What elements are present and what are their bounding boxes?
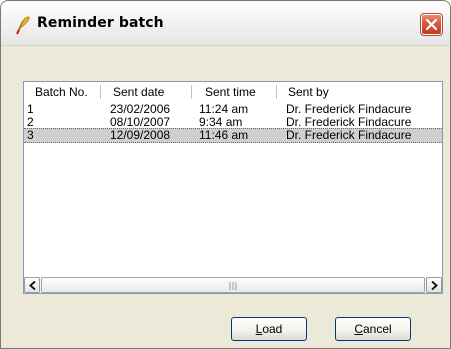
- load-label: oad: [262, 322, 283, 336]
- scroll-left-button[interactable]: [24, 277, 40, 293]
- chevron-left-icon: [29, 281, 36, 290]
- close-icon: [426, 19, 437, 30]
- horizontal-scrollbar[interactable]: [24, 277, 442, 293]
- title-bar[interactable]: Reminder batch: [1, 1, 450, 46]
- column-divider[interactable]: [100, 85, 101, 99]
- column-header-batch-no[interactable]: Batch No.: [35, 85, 88, 99]
- column-divider[interactable]: [276, 85, 277, 99]
- grip-icon: [229, 282, 237, 290]
- column-divider[interactable]: [191, 85, 192, 99]
- list-header: Batch No. Sent date Sent time Sent by: [24, 82, 442, 101]
- column-header-sent-by[interactable]: Sent by: [288, 85, 329, 99]
- load-button[interactable]: Load: [231, 317, 307, 341]
- scroll-thumb[interactable]: [41, 277, 425, 293]
- scroll-right-button[interactable]: [426, 277, 442, 293]
- cancel-mnemonic: C: [354, 322, 363, 336]
- quill-icon: [14, 15, 32, 35]
- reminder-batch-dialog: Reminder batch Batch No. Sent date Sent …: [0, 0, 451, 349]
- cell-batch-no: 3: [27, 128, 34, 142]
- cancel-button[interactable]: Cancel: [335, 317, 411, 341]
- chevron-right-icon: [431, 281, 438, 290]
- table-row-selected[interactable]: 3 12/09/2008 11:46 am Dr. Frederick Find…: [24, 128, 442, 143]
- window-title: Reminder batch: [37, 15, 164, 31]
- cell-sent-by: Dr. Frederick Findacure: [286, 128, 412, 142]
- cell-sent-time: 11:46 am: [199, 128, 249, 142]
- batch-list[interactable]: Batch No. Sent date Sent time Sent by 1 …: [23, 81, 443, 294]
- close-button[interactable]: [420, 13, 443, 36]
- column-header-sent-date[interactable]: Sent date: [113, 85, 164, 99]
- cancel-label: ancel: [362, 322, 392, 336]
- cell-sent-date: 12/09/2008: [110, 128, 171, 142]
- column-header-sent-time[interactable]: Sent time: [205, 85, 256, 99]
